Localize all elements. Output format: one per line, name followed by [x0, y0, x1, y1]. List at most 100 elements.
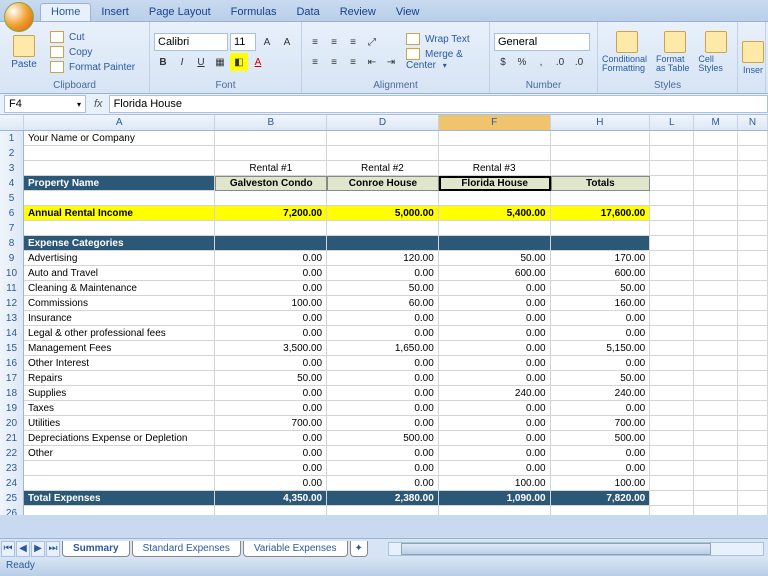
- row-header[interactable]: 11: [0, 281, 24, 296]
- cell[interactable]: [24, 191, 215, 206]
- row-header[interactable]: 16: [0, 356, 24, 371]
- cell[interactable]: 50.00: [215, 371, 327, 386]
- cell[interactable]: [738, 146, 768, 161]
- cell[interactable]: Other Interest: [24, 356, 215, 371]
- cell[interactable]: [24, 506, 215, 515]
- cell[interactable]: 5,000.00: [327, 206, 439, 221]
- cell[interactable]: 0.00: [439, 326, 551, 341]
- tab-nav-first[interactable]: ⏮: [1, 541, 15, 557]
- cell[interactable]: 5,150.00: [551, 341, 651, 356]
- cell[interactable]: [551, 506, 651, 515]
- cell[interactable]: 2,380.00: [327, 491, 439, 506]
- cell[interactable]: [551, 131, 651, 146]
- row-header[interactable]: 15: [0, 341, 24, 356]
- cell[interactable]: 100.00: [215, 296, 327, 311]
- cell[interactable]: [551, 161, 651, 176]
- row-header[interactable]: 4: [0, 176, 24, 191]
- increase-indent-button[interactable]: ⇥: [382, 53, 400, 71]
- cell[interactable]: 0.00: [327, 461, 439, 476]
- sheet-tab-summary[interactable]: Summary: [62, 541, 130, 557]
- cell[interactable]: [650, 176, 694, 191]
- horizontal-scrollbar[interactable]: [388, 542, 764, 556]
- wrap-text-button[interactable]: Wrap Text: [404, 32, 485, 46]
- align-left-button[interactable]: ≡: [306, 53, 324, 71]
- cell[interactable]: [327, 131, 439, 146]
- cell[interactable]: [439, 221, 551, 236]
- cell[interactable]: [694, 281, 738, 296]
- cell[interactable]: 600.00: [551, 266, 651, 281]
- cell[interactable]: [215, 131, 327, 146]
- row-header[interactable]: 3: [0, 161, 24, 176]
- cell[interactable]: [694, 326, 738, 341]
- cell[interactable]: 600.00: [439, 266, 551, 281]
- row-header[interactable]: 14: [0, 326, 24, 341]
- cell[interactable]: 0.00: [327, 386, 439, 401]
- cell[interactable]: [738, 311, 768, 326]
- col-header[interactable]: L: [650, 115, 694, 130]
- italic-button[interactable]: I: [173, 53, 191, 71]
- cell[interactable]: [551, 191, 651, 206]
- cell[interactable]: [24, 461, 215, 476]
- cell[interactable]: 0.00: [327, 266, 439, 281]
- cell[interactable]: Florida House: [439, 176, 551, 191]
- underline-button[interactable]: U: [192, 53, 210, 71]
- cell[interactable]: 0.00: [551, 326, 651, 341]
- cell[interactable]: 0.00: [439, 356, 551, 371]
- cell[interactable]: 100.00: [551, 476, 651, 491]
- new-sheet-button[interactable]: ✦: [350, 541, 368, 557]
- scrollbar-thumb[interactable]: [401, 543, 711, 555]
- cell[interactable]: 3,500.00: [215, 341, 327, 356]
- comma-button[interactable]: ,: [532, 53, 550, 71]
- tab-nav-next[interactable]: ▶: [31, 541, 45, 557]
- cell[interactable]: 0.00: [215, 251, 327, 266]
- cell[interactable]: Total Expenses: [24, 491, 215, 506]
- cell[interactable]: [24, 146, 215, 161]
- cell[interactable]: [694, 386, 738, 401]
- cell[interactable]: [327, 506, 439, 515]
- row-header[interactable]: 7: [0, 221, 24, 236]
- cell[interactable]: 240.00: [551, 386, 651, 401]
- cell[interactable]: [738, 191, 768, 206]
- row-header[interactable]: 9: [0, 251, 24, 266]
- cell[interactable]: 0.00: [439, 401, 551, 416]
- tab-home[interactable]: Home: [40, 3, 91, 21]
- cell[interactable]: 500.00: [551, 431, 651, 446]
- cell[interactable]: [650, 461, 694, 476]
- tab-review[interactable]: Review: [330, 4, 386, 21]
- cell[interactable]: [327, 191, 439, 206]
- cell[interactable]: 0.00: [439, 311, 551, 326]
- cell[interactable]: [694, 146, 738, 161]
- cell[interactable]: 0.00: [215, 446, 327, 461]
- cell[interactable]: [694, 161, 738, 176]
- row-header[interactable]: 12: [0, 296, 24, 311]
- cell[interactable]: [24, 221, 215, 236]
- cell[interactable]: [738, 296, 768, 311]
- cell[interactable]: [694, 431, 738, 446]
- cell[interactable]: [650, 131, 694, 146]
- cell[interactable]: Your Name or Company: [24, 131, 215, 146]
- cell[interactable]: 0.00: [327, 401, 439, 416]
- cell[interactable]: [650, 236, 694, 251]
- cell[interactable]: 500.00: [327, 431, 439, 446]
- cell[interactable]: 0.00: [327, 446, 439, 461]
- cell[interactable]: [738, 161, 768, 176]
- cell[interactable]: [215, 191, 327, 206]
- col-header[interactable]: B: [215, 115, 327, 130]
- cell[interactable]: 160.00: [551, 296, 651, 311]
- cell[interactable]: [738, 206, 768, 221]
- cell[interactable]: [738, 386, 768, 401]
- tab-data[interactable]: Data: [286, 4, 329, 21]
- row-header[interactable]: 2: [0, 146, 24, 161]
- row-header[interactable]: 1: [0, 131, 24, 146]
- col-header[interactable]: D: [327, 115, 439, 130]
- cell[interactable]: [694, 446, 738, 461]
- cut-button[interactable]: Cut: [48, 30, 139, 44]
- cell[interactable]: 120.00: [327, 251, 439, 266]
- cell[interactable]: 4,350.00: [215, 491, 327, 506]
- cell[interactable]: Rental #2: [327, 161, 439, 176]
- select-all-corner[interactable]: [0, 115, 24, 130]
- cell[interactable]: Galveston Condo: [215, 176, 327, 191]
- cell[interactable]: Conroe House: [327, 176, 439, 191]
- cell[interactable]: [738, 131, 768, 146]
- cell[interactable]: 0.00: [215, 281, 327, 296]
